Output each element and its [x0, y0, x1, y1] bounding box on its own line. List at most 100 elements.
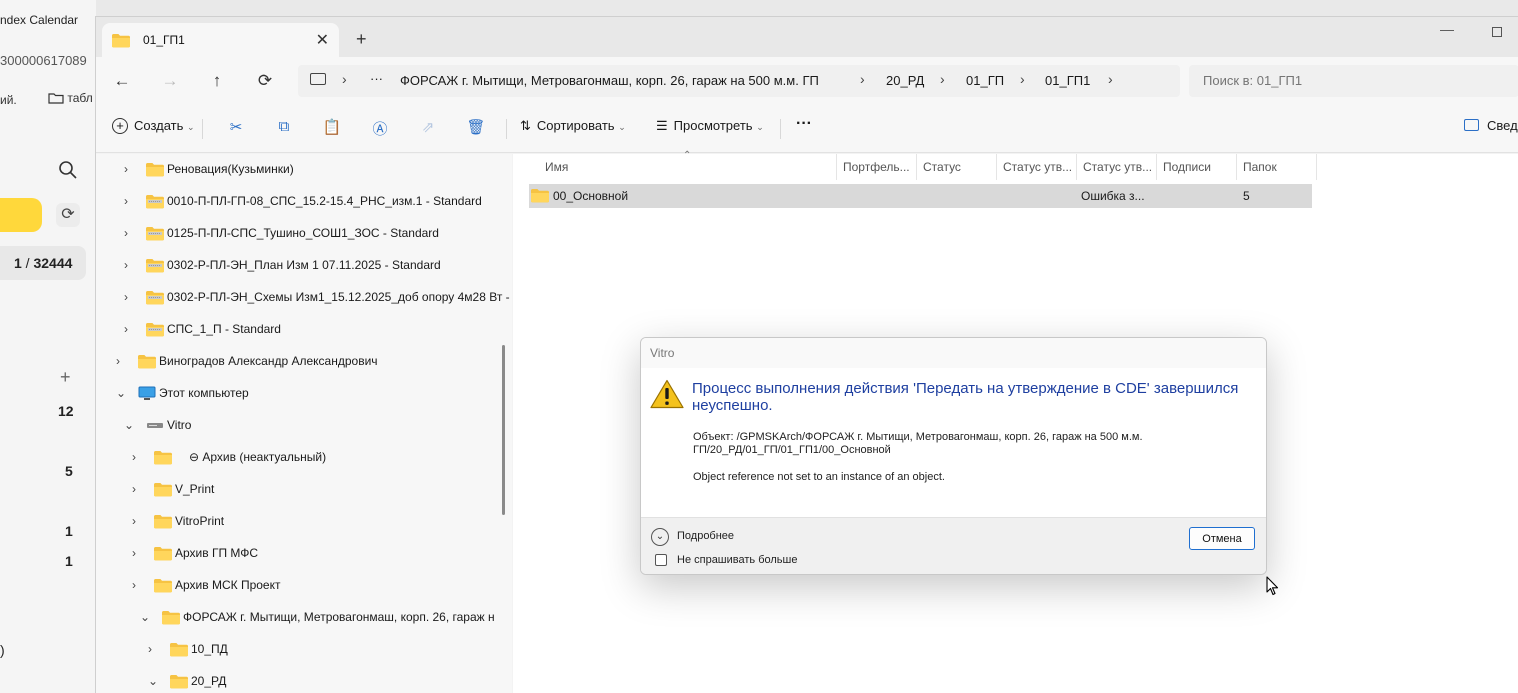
chevron-right-icon[interactable]: ›: [132, 546, 136, 560]
navigation-pane: › Реновация(Кузьминки) › 0010-П-ПЛ-ГП-08_СП…: [96, 154, 512, 693]
chevron-right-icon[interactable]: ›: [148, 642, 152, 656]
crumb-item[interactable]: ФОРСАЖ г. Мытищи, Метровагонмаш, корп. 2…: [400, 73, 819, 88]
file-approval-status: Ошибка з...: [1081, 189, 1145, 203]
background-url-text[interactable]: 300000617089: [0, 53, 87, 68]
chevron-right-icon[interactable]: ›: [1108, 71, 1113, 87]
tree-item[interactable]: › 0302-Р-ПЛ-ЭН_Схемы Изм1_15.12.2025_доб …: [96, 282, 510, 314]
close-icon[interactable]: ✕: [316, 30, 329, 50]
chevron-right-icon[interactable]: ›: [116, 354, 120, 368]
rename-icon[interactable]: Ⓐ: [370, 118, 390, 138]
folder-icon: [154, 579, 172, 593]
chevron-down-icon[interactable]: ⌄: [148, 674, 158, 688]
chevron-right-icon[interactable]: ›: [124, 226, 128, 240]
column-header-approval-status[interactable]: Статус утв...: [997, 154, 1077, 180]
up-arrow-icon[interactable]: ↑: [203, 67, 231, 95]
column-header-signatures[interactable]: Подписи: [1157, 154, 1237, 180]
more-details-label[interactable]: Подробнее: [677, 530, 734, 542]
more-options-button[interactable]: ···: [796, 115, 812, 133]
background-bookmark-folder[interactable]: табл: [48, 91, 93, 105]
column-header-name[interactable]: Имя: [539, 154, 837, 180]
forward-arrow-icon[interactable]: →: [156, 67, 184, 95]
object-path-line1: Объект: /GPMSKArch/ФОРСАЖ г. Мытищи, Мет…: [693, 431, 1143, 443]
chevron-right-icon[interactable]: ›: [940, 71, 945, 87]
chevron-down-icon[interactable]: ⌄: [140, 610, 150, 624]
refresh-icon[interactable]: ⟳: [56, 203, 80, 227]
chevron-right-icon[interactable]: ›: [132, 578, 136, 592]
tree-item[interactable]: › 0302-Р-ПЛ-ЭН_План Изм 1 07.11.2025 - St…: [96, 250, 496, 282]
tree-item[interactable]: › 0010-П-ПЛ-ГП-08_СПС_15.2-15.4_РНС_изм.1…: [96, 186, 496, 218]
copy-icon[interactable]: ⧉: [274, 118, 294, 138]
maximize-icon[interactable]: [1492, 27, 1502, 37]
details-button[interactable]: Сведе: [1464, 118, 1518, 133]
tree-item[interactable]: ⌄ Vitro: [96, 410, 496, 442]
folder-icon: [138, 355, 156, 369]
chevron-right-icon[interactable]: ›: [132, 482, 136, 496]
new-tab-plus-icon[interactable]: +: [356, 29, 367, 50]
view-label: Просмотреть: [673, 118, 753, 133]
share-icon[interactable]: ⇗: [418, 118, 438, 138]
tree-item-label: Архив МСК Проект: [175, 578, 281, 592]
tree-item[interactable]: › Виноградов Александр Александрович: [96, 346, 496, 378]
chevron-right-icon[interactable]: ›: [860, 71, 865, 87]
background-primary-button[interactable]: [0, 198, 42, 232]
tree-item[interactable]: › Реновация(Кузьминки): [96, 154, 496, 186]
chevron-right-icon[interactable]: ›: [124, 194, 128, 208]
crumb-item[interactable]: 20_РД: [886, 73, 924, 88]
crumb-item[interactable]: 01_ГП1: [1045, 73, 1090, 88]
column-header-folders[interactable]: Папок: [1237, 154, 1317, 180]
tree-item[interactable]: ⌄ ФОРСАЖ г. Мытищи, Метровагонмаш, корп. …: [96, 602, 496, 634]
chevron-right-icon[interactable]: ›: [124, 258, 128, 272]
tree-item[interactable]: › 10_ПД: [96, 634, 496, 666]
column-header-portfolio[interactable]: Портфель...: [837, 154, 917, 180]
tree-item-label: 0302-Р-ПЛ-ЭН_Схемы Изм1_15.12.2025_доб о…: [167, 290, 510, 304]
chevron-right-icon[interactable]: ›: [342, 71, 347, 87]
tree-item[interactable]: › Архив МСК Проект: [96, 570, 496, 602]
dialog-footer: ⌄ Подробнее Не спрашивать больше Отмена: [641, 517, 1266, 574]
cut-icon[interactable]: ✂: [226, 118, 246, 138]
computer-icon[interactable]: [310, 73, 326, 85]
nav-scrollbar[interactable]: [502, 345, 505, 515]
tree-item[interactable]: › Архив ГП МФС: [96, 538, 496, 570]
table-row[interactable]: 00_Основной Ошибка з... 5: [529, 184, 1312, 208]
chevron-right-icon[interactable]: ›: [124, 162, 128, 176]
chevron-right-icon[interactable]: ›: [1020, 71, 1025, 87]
column-header-status[interactable]: Статус: [917, 154, 997, 180]
dont-ask-label[interactable]: Не спрашивать больше: [677, 554, 797, 566]
dont-ask-checkbox[interactable]: [655, 554, 667, 566]
crumb-item[interactable]: 01_ГП: [966, 73, 1004, 88]
search-input[interactable]: [1189, 65, 1518, 96]
chevron-down-icon[interactable]: ⌄: [651, 528, 669, 546]
tree-item[interactable]: › СПС_1_П - Standard: [96, 314, 496, 346]
delete-icon[interactable]: 🗑: [466, 118, 486, 138]
tree-item[interactable]: › VitroPrint: [96, 506, 496, 538]
refresh-icon[interactable]: ⟳: [251, 67, 279, 95]
chevron-down-icon[interactable]: ⌄: [116, 386, 126, 400]
minimize-icon[interactable]: —: [1440, 21, 1454, 37]
chevron-down-icon[interactable]: ⌄: [124, 418, 134, 432]
chevron-right-icon[interactable]: ›: [124, 322, 128, 336]
tree-item[interactable]: › ⊖ Архив (неактуальный): [96, 442, 496, 474]
background-tab-title[interactable]: ndex Calendar: [0, 13, 78, 27]
search-icon[interactable]: [58, 160, 78, 180]
column-header-approval-status-2[interactable]: Статус утв...: [1077, 154, 1157, 180]
tree-item[interactable]: › 0125-П-ПЛ-СПС_Тушино_СОШ1_ЗОС - Standar…: [96, 218, 496, 250]
view-button[interactable]: ☰ Просмотреть ⌄: [656, 118, 764, 134]
breadcrumb[interactable]: › ··· ФОРСАЖ г. Мытищи, Метровагонмаш, к…: [298, 65, 1180, 97]
background-bookmark[interactable]: ий.: [0, 93, 17, 107]
paste-icon[interactable]: 📋: [322, 118, 342, 138]
tree-item[interactable]: ⌄ 20_РД: [96, 666, 496, 693]
back-arrow-icon[interactable]: ←: [108, 67, 136, 95]
tree-item[interactable]: › V_Print: [96, 474, 496, 506]
chevron-right-icon[interactable]: ›: [132, 514, 136, 528]
crumb-more[interactable]: ···: [370, 71, 383, 86]
search-box[interactable]: [1189, 65, 1518, 97]
tab-01-gp1[interactable]: 01_ГП1 ✕: [102, 23, 339, 57]
folder-icon: [162, 611, 180, 625]
cancel-button[interactable]: Отмена: [1189, 527, 1255, 550]
sort-button[interactable]: ⇅ Сортировать ⌄: [520, 118, 626, 134]
chevron-right-icon[interactable]: ›: [132, 450, 136, 464]
plus-icon[interactable]: +: [60, 367, 71, 388]
create-button[interactable]: + Создать ⌄: [112, 118, 195, 134]
tree-item[interactable]: ⌄ Этот компьютер: [96, 378, 496, 410]
chevron-right-icon[interactable]: ›: [124, 290, 128, 304]
